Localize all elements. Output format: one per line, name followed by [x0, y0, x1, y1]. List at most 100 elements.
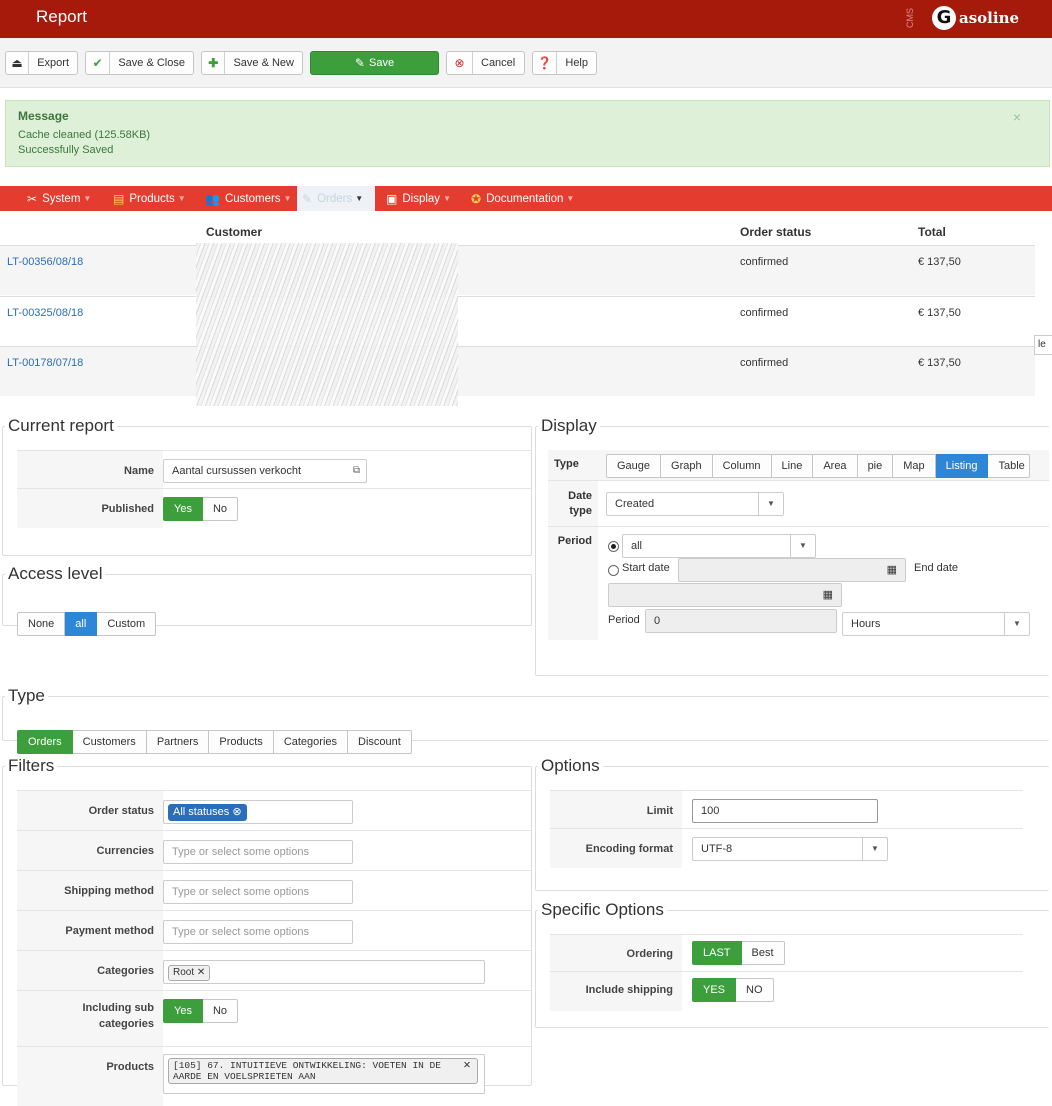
sub-categories-no-button[interactable]: No	[202, 999, 239, 1023]
date-type-select[interactable]: Created ▼	[606, 492, 784, 516]
cancel-button[interactable]: ⊗ Cancel	[446, 51, 525, 75]
component-menu: ✂ System ▼ ▤ Products ▼ 👥 Customers ▼ ✎ Orders ▼…	[0, 186, 1052, 211]
type-fieldset: Type Orders Customers Partners Products …	[2, 686, 1049, 754]
form-row: Order status All statuses ⊗	[17, 790, 531, 830]
type-customers-button[interactable]: Customers	[72, 730, 147, 754]
calendar-icon[interactable]: ▦	[887, 559, 897, 581]
payment-method-input[interactable]: Type or select some options	[163, 920, 353, 944]
type-graph-button[interactable]: Graph	[661, 454, 713, 478]
brand-logo: G asoline	[932, 5, 1019, 31]
save-button[interactable]: ✎ Save	[310, 51, 439, 75]
encoding-select[interactable]: UTF-8 ▼	[692, 837, 888, 861]
access-level-fieldset: Access level None all Custom	[2, 564, 532, 636]
column-header: Total	[918, 225, 946, 239]
calendar-icon[interactable]: ▦	[823, 584, 833, 606]
ordering-best-button[interactable]: Best	[741, 941, 785, 965]
currencies-input[interactable]: Type or select some options	[163, 840, 353, 864]
options-fieldset: Options Limit 100 Encoding format UTF-8 ▼	[535, 756, 1049, 891]
published-toggle: Yes No	[163, 497, 239, 521]
shipping-yes-button[interactable]: YES	[692, 978, 737, 1002]
menu-item-system[interactable]: ✂ System ▼	[22, 186, 96, 211]
name-input[interactable]: Aantal cursussen verkocht ⧉	[163, 459, 367, 483]
sub-categories-yes-button[interactable]: Yes	[163, 999, 203, 1023]
shipping-method-input[interactable]: Type or select some options	[163, 880, 353, 904]
remove-icon[interactable]: ⊗	[232, 806, 241, 818]
type-line-button[interactable]: Line	[771, 454, 814, 478]
type-discount-button[interactable]: Discount	[348, 730, 412, 754]
start-date-input[interactable]: ▦	[678, 558, 906, 582]
section-legend: Specific Options	[541, 900, 664, 919]
order-link[interactable]: LT-00178/07/18	[7, 357, 83, 369]
form-row: Categories Root ✕	[17, 950, 531, 990]
column-header: Customer	[206, 225, 263, 239]
type-pie-button[interactable]: pie	[857, 454, 894, 478]
table-row: LT-00356/08/18 confirmed € 137,50	[0, 245, 1035, 295]
field-label: Payment method	[17, 911, 163, 950]
close-icon[interactable]: ×	[1013, 109, 1021, 125]
redacted-customer-area	[196, 243, 458, 406]
type-column-button[interactable]: Column	[712, 454, 772, 478]
period-unit-select[interactable]: Hours ▼	[842, 612, 1030, 636]
order-link[interactable]: LT-00325/08/18	[7, 307, 83, 319]
form-row: Encoding format UTF-8 ▼	[550, 828, 1023, 868]
limit-input[interactable]: 100	[692, 799, 878, 823]
published-no-button[interactable]: No	[202, 497, 239, 521]
order-link[interactable]: LT-00356/08/18	[7, 256, 83, 268]
message-line: Successfully Saved	[18, 144, 114, 156]
menu-item-orders[interactable]: ✎ Orders ▼	[297, 186, 375, 211]
users-icon: 👥	[205, 191, 220, 206]
save-close-button[interactable]: ✔ Save & Close	[85, 51, 194, 75]
field-label: Published	[17, 489, 163, 528]
form-row: Products [105] 67. INTUITIEVE ONTWIKKELI…	[17, 1046, 531, 1106]
menu-item-customers[interactable]: 👥 Customers ▼	[200, 186, 296, 211]
remove-icon[interactable]: ✕	[463, 1060, 471, 1071]
period-number-input[interactable]: 0	[645, 609, 837, 633]
shipping-no-button[interactable]: NO	[736, 978, 774, 1002]
message-heading: Message	[18, 109, 69, 123]
save-new-button[interactable]: ✚ Save & New	[201, 51, 303, 75]
logo-g-icon: G	[932, 6, 956, 30]
type-products-button[interactable]: Products	[209, 730, 274, 754]
field-label: Encoding format	[550, 829, 682, 868]
form-row: Shipping method Type or select some opti…	[17, 870, 531, 910]
help-button[interactable]: ❓ Help	[532, 51, 597, 75]
end-date-input[interactable]: ▦	[608, 583, 842, 607]
edge-button[interactable]: le	[1034, 335, 1052, 355]
type-orders-button[interactable]: Orders	[17, 730, 73, 754]
form-row: Currencies Type or select some options	[17, 830, 531, 870]
plus-icon: ✚	[202, 52, 226, 74]
period-select[interactable]: all ▼	[622, 534, 816, 558]
lifebuoy-icon: ✪	[471, 191, 482, 206]
type-map-button[interactable]: Map	[893, 454, 936, 478]
check-icon: ✔	[86, 52, 111, 74]
type-table-button[interactable]: Table	[988, 454, 1030, 478]
chevron-down-icon: ▼	[790, 535, 815, 557]
type-area-button[interactable]: Area	[813, 454, 858, 478]
type-categories-button[interactable]: Categories	[273, 730, 349, 754]
start-date-radio[interactable]	[608, 565, 619, 576]
type-gauge-button[interactable]: Gauge	[606, 454, 662, 478]
chevron-down-icon: ▼	[566, 194, 575, 203]
access-none-button[interactable]: None	[17, 612, 66, 636]
products-select[interactable]: [105] 67. INTUITIEVE ONTWIKKELING: VOETE…	[163, 1054, 485, 1094]
type-listing-button[interactable]: Listing	[935, 454, 989, 478]
access-custom-button[interactable]: Custom	[97, 612, 157, 636]
form-row: Ordering LAST Best	[550, 934, 1023, 971]
order-status: confirmed	[740, 307, 789, 319]
ordering-last-button[interactable]: LAST	[692, 941, 742, 965]
access-all-button[interactable]: all	[65, 612, 98, 636]
edit-icon: ✎	[354, 56, 365, 70]
translate-icon[interactable]: ⧉	[353, 460, 360, 482]
export-button[interactable]: ⏏ Export	[5, 51, 78, 75]
categories-select[interactable]: Root ✕	[163, 960, 485, 984]
section-legend: Access level	[8, 564, 103, 583]
remove-icon[interactable]: ✕	[197, 967, 205, 978]
order-status-select[interactable]: All statuses ⊗	[163, 800, 353, 824]
menu-item-products[interactable]: ▤ Products ▼	[108, 186, 191, 211]
period-all-radio[interactable]	[608, 541, 619, 552]
menu-item-display[interactable]: ▣ Display ▼	[381, 186, 456, 211]
type-partners-button[interactable]: Partners	[146, 730, 210, 754]
published-yes-button[interactable]: Yes	[163, 497, 203, 521]
menu-item-documentation[interactable]: ✪ Documentation ▼	[466, 186, 579, 211]
field-label: Order status	[17, 791, 163, 830]
